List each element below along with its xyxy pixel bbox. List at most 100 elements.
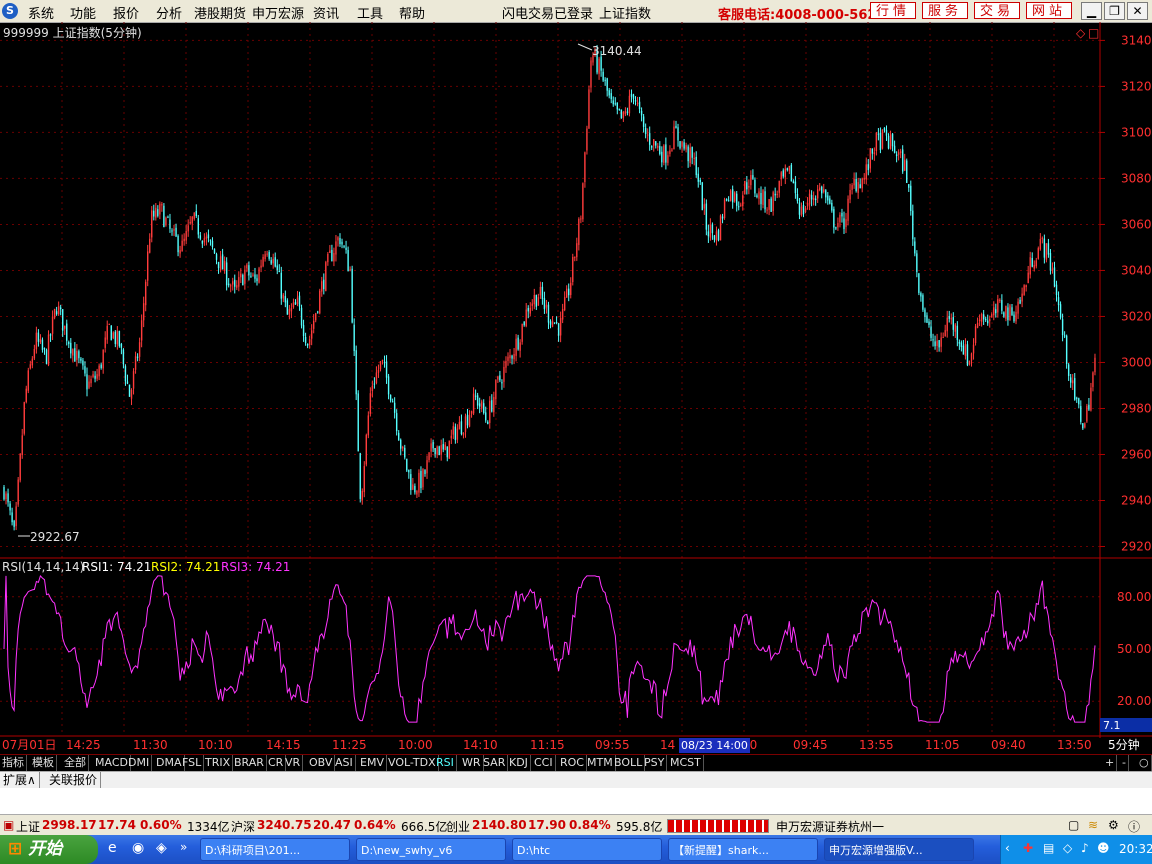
candle-body bbox=[987, 320, 989, 324]
indicator-tab-trix[interactable]: TRIX bbox=[203, 755, 234, 771]
candle-body bbox=[29, 364, 32, 369]
candle-body bbox=[804, 208, 807, 213]
menu-function[interactable]: 功能 bbox=[70, 3, 96, 22]
service-button[interactable]: 服务 bbox=[922, 2, 968, 19]
menu-system[interactable]: 系统 bbox=[28, 3, 54, 22]
indicator-tab-obv[interactable]: OBV bbox=[307, 755, 336, 771]
indicator-tab-sar[interactable]: SAR bbox=[481, 755, 509, 771]
menu-help[interactable]: 帮助 bbox=[399, 3, 425, 22]
indicator-tab-vr[interactable]: VR bbox=[283, 755, 304, 771]
indicator-tab-kdj[interactable]: KDJ bbox=[507, 755, 531, 771]
candle-body bbox=[1039, 238, 1042, 250]
candle-body bbox=[47, 334, 50, 366]
task-folder-swhy[interactable]: D:\new_swhy_v6 bbox=[356, 838, 506, 861]
candle-body bbox=[432, 442, 434, 449]
candle-body bbox=[958, 342, 961, 344]
info-panel bbox=[0, 788, 1152, 814]
related-quote-tab[interactable]: 关联报价 bbox=[46, 772, 102, 788]
task-folder-htc[interactable]: D:\htc bbox=[512, 838, 662, 861]
expand-tab[interactable]: 扩展∧ bbox=[0, 772, 40, 788]
indicator-control-button[interactable]: + bbox=[1103, 755, 1118, 771]
candle-body bbox=[675, 125, 677, 129]
tray-network-icon[interactable]: ▤ bbox=[1043, 841, 1054, 855]
indicator-tab-emv[interactable]: EMV bbox=[358, 755, 387, 771]
info-icon[interactable]: ⓘ bbox=[1128, 818, 1140, 835]
indicator-control-button[interactable]: - bbox=[1120, 755, 1129, 771]
indicator-tab-psy[interactable]: PSY bbox=[642, 755, 668, 771]
indicator-tab-模板[interactable]: 模板 bbox=[30, 755, 57, 771]
indicator-tab-wr[interactable]: WR bbox=[460, 755, 484, 771]
candle-body bbox=[250, 275, 252, 277]
candle-body bbox=[644, 127, 647, 135]
indicator-tab-brar[interactable]: BRAR bbox=[232, 755, 267, 771]
close-icon[interactable]: ✕ bbox=[1127, 2, 1148, 20]
message-icon[interactable]: ▢ bbox=[1068, 818, 1079, 832]
menu-swhy[interactable]: 申万宏源 bbox=[252, 3, 304, 22]
indicator-tab-全部[interactable]: 全部 bbox=[62, 755, 89, 771]
candle-body bbox=[442, 444, 444, 450]
signal-icon[interactable]: ≋ bbox=[1088, 818, 1098, 832]
kline-chart[interactable]: 999999 上证指数(5分钟) ◇ □ 2922.67 3140.44 314… bbox=[0, 22, 1152, 738]
media-icon[interactable]: ◈ bbox=[156, 840, 167, 856]
app-logo-icon[interactable]: S bbox=[2, 3, 18, 19]
candle-body bbox=[110, 325, 112, 341]
candle-body bbox=[501, 382, 503, 384]
indicator-tab-dmi[interactable]: DMI bbox=[126, 755, 153, 771]
candle-body bbox=[829, 198, 831, 204]
indicator-tab-asi[interactable]: ASI bbox=[333, 755, 356, 771]
candle-body bbox=[347, 250, 349, 272]
candle-body bbox=[511, 355, 513, 359]
tray-antivirus-icon[interactable]: ✚ bbox=[1023, 841, 1033, 855]
minimize-icon[interactable]: ▁ bbox=[1081, 2, 1102, 20]
candle-body bbox=[978, 319, 981, 322]
indicator-tab-mcst[interactable]: MCST bbox=[668, 755, 704, 771]
quick-launch-expand-icon[interactable]: » bbox=[180, 840, 187, 854]
menu-analysis[interactable]: 分析 bbox=[156, 3, 182, 22]
candle-body bbox=[912, 210, 914, 240]
indicator-tab-rsi[interactable]: RSI bbox=[434, 755, 457, 771]
tray-shield-icon[interactable]: ◇ bbox=[1063, 841, 1072, 855]
start-button[interactable]: ⊞ 开始 bbox=[0, 835, 98, 864]
indicator-control-button[interactable]: ○ bbox=[1137, 755, 1152, 771]
indicator-tab-cci[interactable]: CCI bbox=[532, 755, 556, 771]
candle-body bbox=[256, 278, 258, 282]
indicator-tab-vol-tdx[interactable]: VOL-TDX bbox=[386, 755, 439, 771]
candle-body bbox=[254, 274, 256, 279]
candle-body bbox=[940, 337, 942, 347]
tray-arrow-icon[interactable]: ‹ bbox=[1005, 841, 1010, 855]
tray-volume-icon[interactable]: ♪ bbox=[1081, 841, 1089, 855]
task-reminder[interactable]: 【新提醒】shark... bbox=[668, 838, 818, 861]
tray-qq-icon[interactable]: ☻ bbox=[1097, 841, 1110, 855]
candle-body bbox=[535, 294, 538, 307]
task-swhy-app[interactable]: 申万宏源增强版V... bbox=[824, 838, 974, 861]
task-folder-research[interactable]: D:\科研项目\201... bbox=[200, 838, 350, 861]
candle-body bbox=[689, 147, 691, 163]
restore-icon[interactable]: ❐ bbox=[1104, 2, 1125, 20]
menu-quote[interactable]: 报价 bbox=[113, 3, 139, 22]
menu-hk-futures[interactable]: 港股期货 bbox=[194, 3, 246, 22]
quote-button[interactable]: 行情 bbox=[870, 2, 916, 19]
website-button[interactable]: 网站 bbox=[1026, 2, 1072, 19]
candle-body bbox=[201, 240, 204, 244]
candle-body bbox=[406, 458, 408, 471]
candle-body bbox=[51, 316, 54, 334]
menu-news[interactable]: 资讯 bbox=[313, 3, 339, 22]
trade-button[interactable]: 交易 bbox=[974, 2, 1020, 19]
candle-body bbox=[960, 342, 963, 347]
candle-body bbox=[679, 141, 681, 149]
menu-tools[interactable]: 工具 bbox=[357, 3, 383, 22]
settings-icon[interactable]: ⚙ bbox=[1108, 818, 1119, 832]
candle-body bbox=[1005, 305, 1007, 319]
period-label[interactable]: 5分钟 bbox=[1108, 738, 1140, 753]
ie-icon[interactable]: e bbox=[108, 840, 117, 856]
indicator-tab-roc[interactable]: ROC bbox=[558, 755, 587, 771]
candle-body bbox=[329, 250, 331, 253]
indicator-tab-fsl[interactable]: FSL bbox=[180, 755, 205, 771]
indicator-tab-boll[interactable]: BOLL bbox=[612, 755, 646, 771]
indicator-tab-指标[interactable]: 指标 bbox=[0, 755, 27, 771]
candle-body bbox=[857, 182, 859, 193]
candle-body bbox=[280, 272, 282, 299]
candle-body bbox=[134, 356, 137, 370]
cy-pct: 0.84% bbox=[569, 818, 611, 832]
browser-icon[interactable]: ◉ bbox=[132, 840, 144, 856]
